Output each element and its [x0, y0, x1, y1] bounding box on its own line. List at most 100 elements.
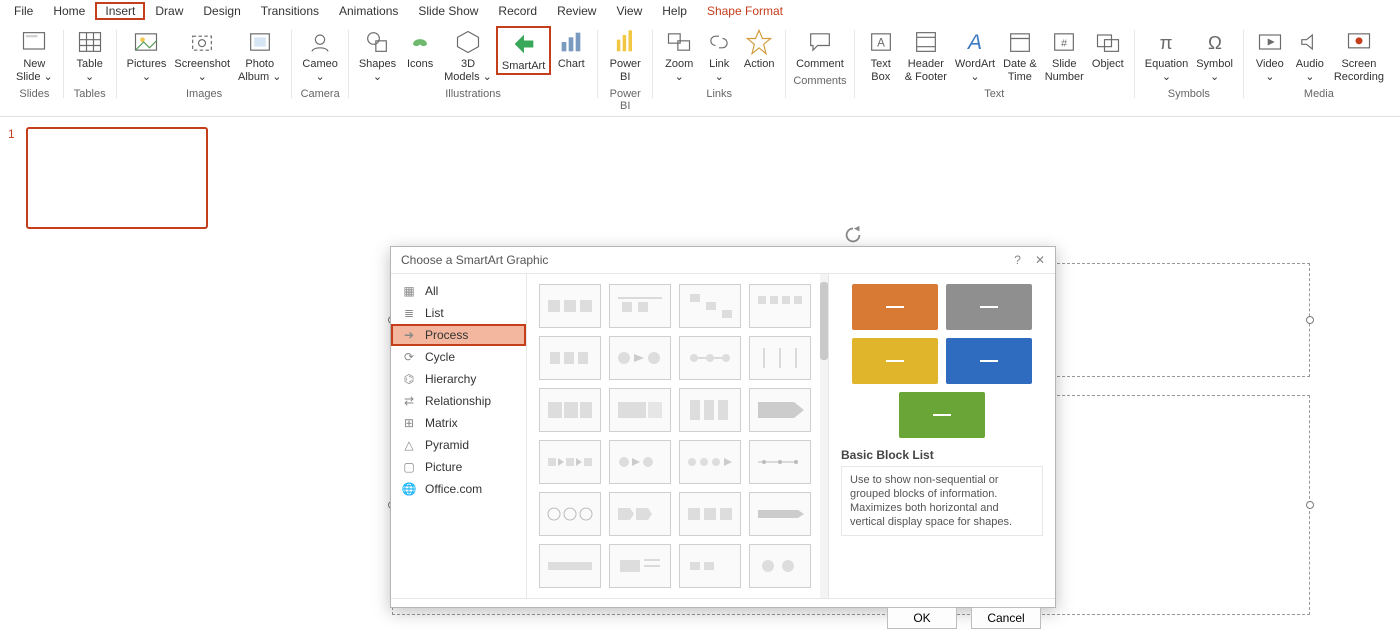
gallery-item[interactable] [679, 544, 741, 588]
object-button[interactable]: Object [1088, 26, 1128, 71]
tab-home[interactable]: Home [43, 2, 95, 20]
gallery-item[interactable] [679, 492, 741, 536]
gallery-item[interactable] [539, 492, 601, 536]
tab-draw[interactable]: Draw [145, 2, 193, 20]
gallery-scrollbar-thumb[interactable] [820, 282, 828, 360]
audio-button[interactable]: Audio ⌄ [1290, 26, 1330, 84]
chart-button[interactable]: Chart [551, 26, 591, 71]
svg-text:π: π [1160, 32, 1173, 53]
gallery-item[interactable] [749, 284, 811, 328]
globe-icon: 🌐 [401, 482, 417, 496]
zoom-button[interactable]: Zoom ⌄ [659, 26, 699, 84]
tab-help[interactable]: Help [652, 2, 697, 20]
tab-slideshow[interactable]: Slide Show [408, 2, 488, 20]
photo-album-icon [246, 28, 274, 56]
category-process[interactable]: ➔Process [391, 324, 526, 346]
new-slide-button[interactable]: New Slide ⌄ [12, 26, 57, 84]
video-button[interactable]: Video ⌄ [1250, 26, 1290, 84]
tab-view[interactable]: View [606, 2, 652, 20]
tab-record[interactable]: Record [488, 2, 547, 20]
powerbi-button[interactable]: Power BI [605, 26, 645, 84]
comment-button[interactable]: Comment [792, 26, 848, 71]
link-button[interactable]: Link ⌄ [699, 26, 739, 84]
smartart-button[interactable]: SmartArt [496, 26, 551, 75]
ok-button[interactable]: OK [887, 607, 957, 629]
equation-button[interactable]: π Equation ⌄ [1141, 26, 1192, 84]
slide-thumbnails-panel[interactable]: 1 [0, 117, 216, 623]
smartart-category-list: ▦All ≣List ➔Process ⟳Cycle ⌬Hierarchy ⇄R… [391, 274, 527, 598]
tab-insert[interactable]: Insert [95, 2, 145, 20]
gallery-item[interactable] [539, 388, 601, 432]
category-cycle[interactable]: ⟳Cycle [391, 346, 526, 368]
screenshot-button[interactable]: Screenshot ⌄ [170, 26, 234, 84]
gallery-item[interactable] [749, 388, 811, 432]
table-label: Table ⌄ [77, 58, 103, 84]
3d-models-label: 3D Models ⌄ [444, 58, 492, 84]
tab-animations[interactable]: Animations [329, 2, 408, 20]
gallery-item[interactable] [609, 388, 671, 432]
pictures-button[interactable]: Pictures ⌄ [123, 26, 171, 84]
object-label: Object [1092, 58, 1124, 71]
gallery-item[interactable] [539, 544, 601, 588]
3d-models-button[interactable]: 3D Models ⌄ [440, 26, 496, 84]
icons-button[interactable]: Icons [400, 26, 440, 71]
gallery-scrollbar[interactable] [820, 274, 828, 598]
gallery-item[interactable] [539, 336, 601, 380]
category-hierarchy[interactable]: ⌬Hierarchy [391, 368, 526, 390]
tab-shape-format[interactable]: Shape Format [697, 2, 793, 20]
category-matrix[interactable]: ⊞Matrix [391, 412, 526, 434]
dialog-close-button[interactable]: ✕ [1035, 253, 1045, 267]
tab-design[interactable]: Design [193, 2, 250, 20]
tab-transitions[interactable]: Transitions [251, 2, 329, 20]
tab-file[interactable]: File [4, 2, 43, 20]
gallery-item[interactable] [609, 284, 671, 328]
preview-block [899, 392, 985, 438]
gallery-item[interactable] [609, 336, 671, 380]
gallery-item[interactable] [749, 336, 811, 380]
gallery-item[interactable] [749, 544, 811, 588]
cameo-button[interactable]: Cameo ⌄ [298, 26, 341, 84]
powerbi-label: Power BI [610, 58, 641, 84]
photo-album-button[interactable]: Photo Album ⌄ [234, 26, 285, 84]
gallery-item[interactable] [539, 284, 601, 328]
gallery-item[interactable] [679, 388, 741, 432]
slide-thumbnail-1[interactable] [26, 127, 208, 229]
gallery-item[interactable] [679, 336, 741, 380]
gallery-item[interactable] [749, 492, 811, 536]
datetime-icon [1006, 28, 1034, 56]
group-label-text: Text [984, 88, 1004, 100]
gallery-item[interactable] [679, 284, 741, 328]
wordart-button[interactable]: A WordArt ⌄ [951, 26, 999, 84]
category-pyramid[interactable]: △Pyramid [391, 434, 526, 456]
slidenumber-label: Slide Number [1045, 58, 1084, 84]
category-list[interactable]: ≣List [391, 302, 526, 324]
gallery-item[interactable] [609, 544, 671, 588]
table-button[interactable]: Table ⌄ [70, 26, 110, 84]
symbol-button[interactable]: Ω Symbol ⌄ [1192, 26, 1237, 84]
slidenumber-button[interactable]: # Slide Number [1041, 26, 1088, 84]
datetime-button[interactable]: Date & Time [999, 26, 1041, 84]
gallery-item[interactable] [609, 440, 671, 484]
shapes-icon [363, 28, 391, 56]
action-button[interactable]: Action [739, 26, 779, 71]
textbox-button[interactable]: A Text Box [861, 26, 901, 84]
group-label-camera: Camera [301, 88, 340, 100]
headerfooter-button[interactable]: Header & Footer [901, 26, 951, 84]
category-picture[interactable]: ▢Picture [391, 456, 526, 478]
dialog-help-button[interactable]: ? [1014, 253, 1021, 267]
category-office[interactable]: 🌐Office.com [391, 478, 526, 500]
dialog-titlebar[interactable]: Choose a SmartArt Graphic ? ✕ [391, 247, 1055, 273]
tab-review[interactable]: Review [547, 2, 606, 20]
category-all[interactable]: ▦All [391, 280, 526, 302]
group-links: Zoom ⌄ Link ⌄ Action Links [653, 26, 785, 116]
cancel-button[interactable]: Cancel [971, 607, 1041, 629]
gallery-item[interactable] [609, 492, 671, 536]
gallery-item[interactable] [539, 440, 601, 484]
shapes-button[interactable]: Shapes ⌄ [355, 26, 400, 84]
matrix-icon: ⊞ [401, 416, 417, 430]
link-label: Link ⌄ [709, 58, 729, 84]
gallery-item[interactable] [679, 440, 741, 484]
category-relationship[interactable]: ⇄Relationship [391, 390, 526, 412]
screenrec-button[interactable]: Screen Recording [1330, 26, 1388, 84]
gallery-item[interactable] [749, 440, 811, 484]
